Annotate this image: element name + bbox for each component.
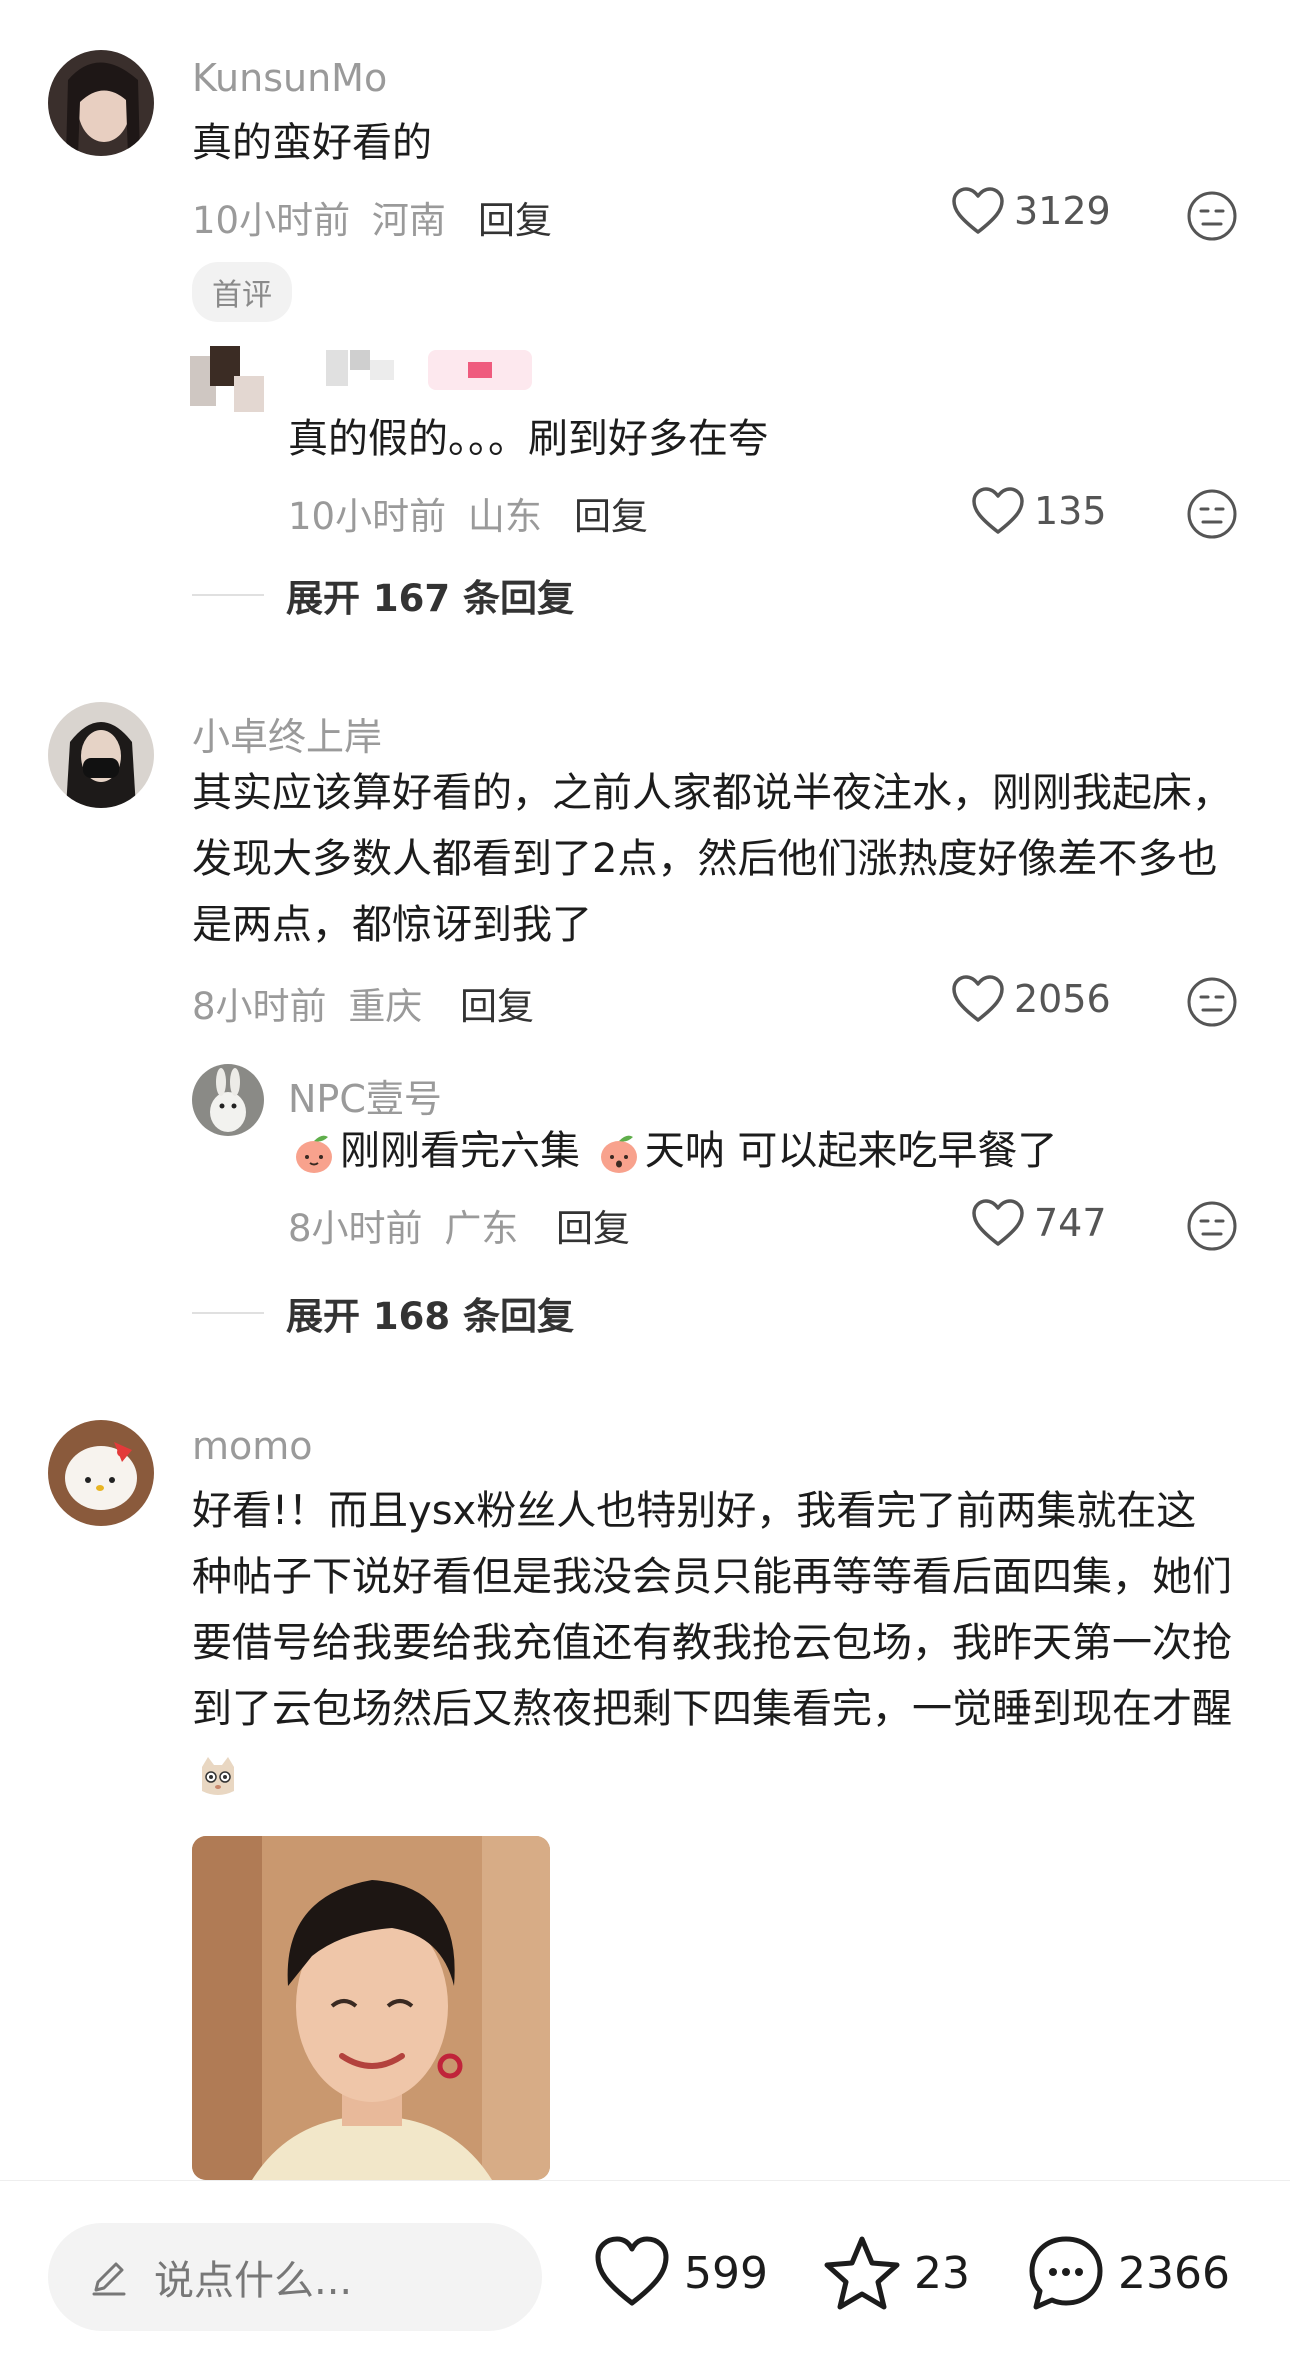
- comments-button[interactable]: 2366: [1026, 2233, 1230, 2313]
- like-count: 3129: [1014, 189, 1111, 233]
- comment-location: 重庆: [348, 985, 423, 1028]
- reply-username[interactable]: NPC壹号: [288, 1068, 442, 1123]
- speech-bubble-icon: [1029, 2236, 1103, 2310]
- reply-button[interactable]: 回复: [460, 976, 534, 1030]
- peach-emoji-icon: [600, 1135, 637, 1173]
- neutral-face-icon[interactable]: [1186, 1200, 1238, 1252]
- reply-location: 山东: [467, 495, 542, 538]
- neutral-face-icon[interactable]: [1186, 488, 1238, 540]
- expand-replies-button[interactable]: 展开 167 条回复: [192, 568, 574, 622]
- comment-meta: 8小时前 重庆: [192, 976, 422, 1030]
- first-comment-badge: 首评: [192, 262, 292, 322]
- heart-outline-icon: [952, 975, 1004, 1022]
- star-outline-icon: [824, 2236, 900, 2310]
- neutral-face-icon[interactable]: [1186, 190, 1238, 242]
- like-post-button[interactable]: 599: [592, 2233, 768, 2313]
- expand-replies-label: 展开 167 条回复: [286, 577, 574, 620]
- comment-text-body: 好看!！而且ysx粉丝人也特别好，我看完了前两集就在这种帖子下说好看但是我没会员…: [192, 1488, 1232, 1732]
- comment-input-placeholder: 说点什么...: [154, 2258, 353, 2304]
- reply-time: 10小时前: [288, 495, 447, 538]
- reply-badge-blurred: [428, 350, 532, 390]
- avatar[interactable]: [48, 702, 154, 808]
- like-count: 135: [1034, 489, 1107, 533]
- reply-button[interactable]: 回复: [574, 486, 648, 540]
- username[interactable]: KunsunMo: [192, 56, 387, 100]
- username[interactable]: momo: [192, 1424, 313, 1468]
- cat-emoji-icon: [202, 1757, 234, 1795]
- reply-text-part1: 刚刚看完六集: [340, 1128, 580, 1174]
- expand-replies-label: 展开 168 条回复: [286, 1295, 574, 1338]
- username[interactable]: 小卓终上岸: [192, 706, 382, 761]
- reply-avatar[interactable]: [192, 1064, 264, 1136]
- reply-meta: 8小时前 广东: [288, 1198, 518, 1252]
- reply-button[interactable]: 回复: [478, 190, 552, 244]
- comment-location: 河南: [371, 199, 446, 242]
- reply-time: 8小时前: [288, 1207, 423, 1250]
- comment-text: 好看!！而且ysx粉丝人也特别好，我看完了前两集就在这种帖子下说好看但是我没会员…: [192, 1478, 1232, 1808]
- heart-outline-icon: [972, 1199, 1024, 1246]
- favorite-button[interactable]: 23: [822, 2233, 970, 2313]
- reply-button[interactable]: 回复: [556, 1198, 630, 1252]
- comment-text: 其实应该算好看的，之前人家都说半夜注水，刚刚我起床，发现大多数人都看到了2点，然…: [192, 770, 1232, 948]
- heart-outline-icon: [972, 487, 1024, 534]
- avatar[interactable]: [48, 1420, 154, 1526]
- expand-replies-button[interactable]: 展开 168 条回复: [192, 1286, 574, 1340]
- comment-text: 真的蛮好看的: [192, 120, 432, 166]
- comment-meta: 10小时前 河南: [192, 190, 446, 244]
- like-count: 2056: [1014, 977, 1111, 1021]
- heart-outline-icon: [595, 2236, 669, 2306]
- divider-line: [192, 594, 264, 596]
- like-button[interactable]: 747: [970, 1198, 1107, 1248]
- heart-outline-icon: [952, 187, 1004, 234]
- like-count: 747: [1034, 1201, 1107, 1245]
- reply-text: 刚刚看完六集 天呐 可以起来吃早餐了: [288, 1118, 1228, 1184]
- like-button[interactable]: 3129: [950, 186, 1111, 236]
- like-button[interactable]: 2056: [950, 974, 1111, 1024]
- bottom-action-bar: 说点什么... 599 23 2366: [0, 2180, 1290, 2379]
- reply-meta: 10小时前 山东: [288, 486, 542, 540]
- peach-emoji-icon: [296, 1135, 332, 1173]
- pencil-icon: [92, 2262, 126, 2296]
- reply-username-blurred[interactable]: [326, 350, 394, 386]
- post-like-count: 599: [684, 2247, 768, 2299]
- reply-text: 真的假的。。。刷到好多在夸: [288, 416, 768, 462]
- reply-location: 广东: [444, 1207, 519, 1250]
- neutral-face-icon[interactable]: [1186, 976, 1238, 1028]
- favorite-count: 23: [914, 2247, 970, 2299]
- comment-input[interactable]: 说点什么...: [48, 2223, 542, 2331]
- divider-line: [192, 1312, 264, 1314]
- reply-text-part2: 天呐 可以起来吃早餐了: [644, 1128, 1058, 1174]
- like-button[interactable]: 135: [970, 486, 1107, 536]
- comment-time: 8小时前: [192, 985, 327, 1028]
- reply-avatar-blurred[interactable]: [190, 346, 270, 418]
- comment-time: 10小时前: [192, 199, 351, 242]
- comment-count: 2366: [1118, 2247, 1230, 2299]
- avatar[interactable]: [48, 50, 154, 156]
- comment-image[interactable]: [192, 1836, 550, 2180]
